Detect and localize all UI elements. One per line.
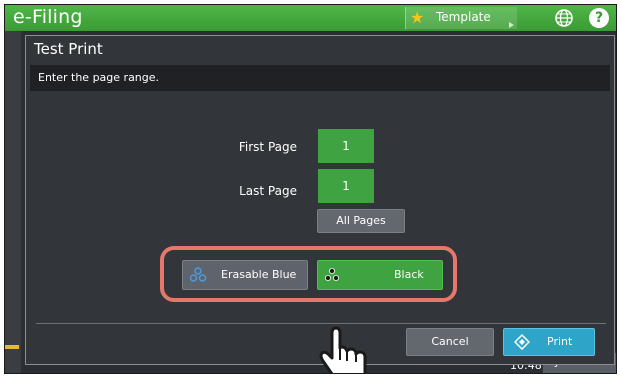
erasable-blue-dots-icon <box>189 267 207 282</box>
all-pages-button[interactable]: All Pages <box>317 209 405 233</box>
first-page-field[interactable]: 1 <box>318 129 374 163</box>
help-icon[interactable]: ? <box>589 8 609 28</box>
device-screen: e-Filing ★ Template ? Job Status 10:48 T… <box>4 4 617 374</box>
background-panel <box>5 31 21 373</box>
print-button[interactable]: Print <box>503 328 595 356</box>
template-button[interactable]: ★ Template <box>405 7 517 29</box>
submenu-arrow-icon <box>509 22 514 28</box>
erasable-blue-label: Erasable Blue <box>221 268 297 281</box>
first-page-label: First Page <box>238 140 297 154</box>
dialog-title: Test Print <box>34 40 103 58</box>
globe-icon[interactable] <box>554 8 574 28</box>
last-page-field[interactable]: 1 <box>318 169 374 203</box>
erasable-blue-button[interactable]: Erasable Blue <box>182 260 308 290</box>
app-title: e-Filing <box>13 6 83 28</box>
black-label: Black <box>394 268 424 281</box>
black-button[interactable]: Black <box>317 260 443 290</box>
instruction-bar: Enter the page range. <box>30 65 610 91</box>
star-icon: ★ <box>410 8 425 27</box>
cancel-button[interactable]: Cancel <box>406 328 494 356</box>
top-bar: e-Filing ★ Template ? <box>5 5 616 31</box>
print-label: Print <box>547 335 573 348</box>
black-dots-icon <box>325 268 339 281</box>
background-accent <box>5 345 19 349</box>
pointer-hand-icon <box>319 326 367 373</box>
test-print-dialog: Test Print Enter the page range. First P… <box>25 35 615 373</box>
print-diamond-icon <box>514 334 530 350</box>
last-page-label: Last Page <box>239 184 297 198</box>
instruction-text: Enter the page range. <box>38 71 160 84</box>
template-label: Template <box>436 10 491 24</box>
